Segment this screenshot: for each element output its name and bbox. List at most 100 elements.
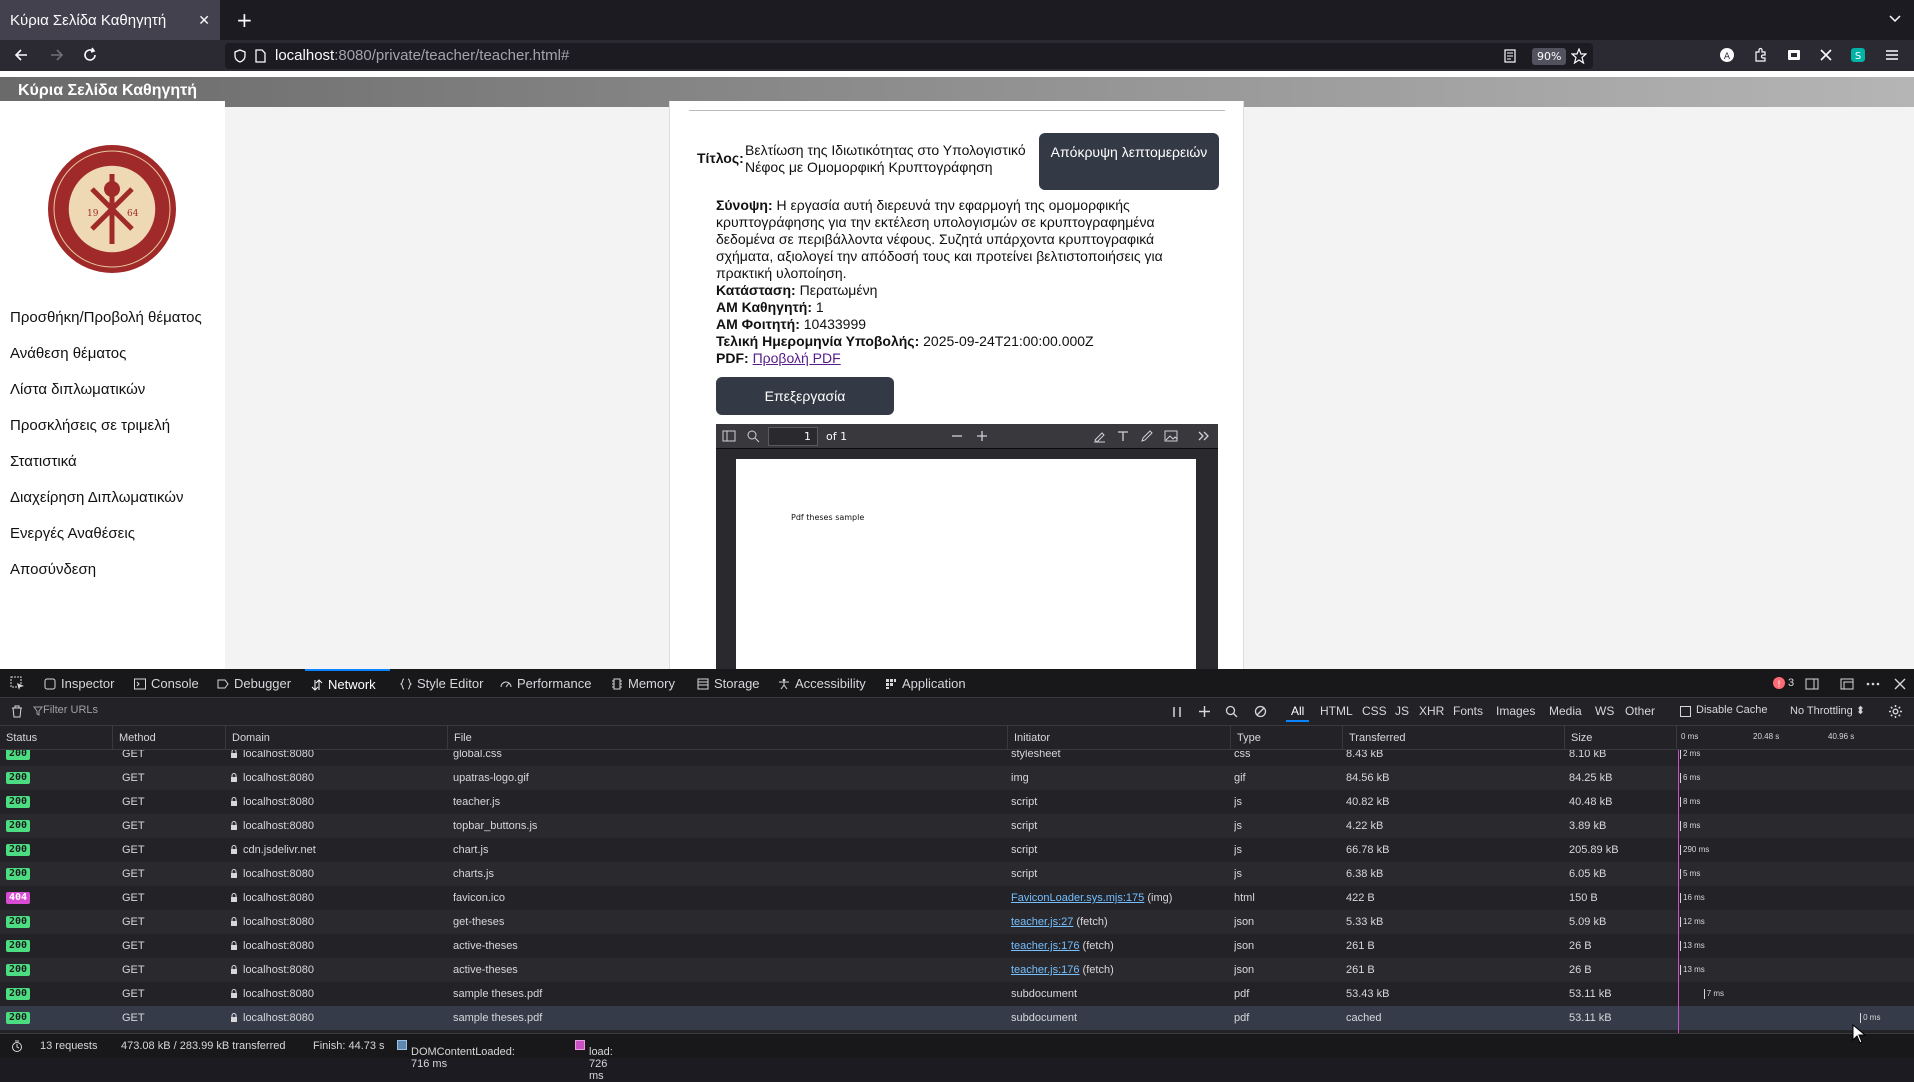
sidebar-toggle-icon[interactable] <box>722 429 736 443</box>
tab-memory[interactable]: Memory <box>611 669 675 698</box>
reload-icon[interactable] <box>82 47 98 63</box>
table-row[interactable]: 200 GET localhost:8080 active-theses teacher… <box>0 958 1914 982</box>
initiator-link[interactable]: FaviconLoader.sys.mjs:175 <box>1011 892 1144 904</box>
forward-icon[interactable] <box>48 47 64 63</box>
trash-icon[interactable] <box>11 705 23 718</box>
disable-cache-label[interactable]: Disable Cache <box>1696 704 1768 716</box>
close-devtools-icon[interactable] <box>1893 677 1907 691</box>
sidebar-item-active-assignments[interactable]: Ενεργές Αναθέσεις <box>10 525 135 542</box>
throttling-select[interactable]: No Throttling ⬍ <box>1790 704 1865 717</box>
add-image-icon[interactable] <box>1164 429 1178 443</box>
container-icon[interactable] <box>1786 47 1802 63</box>
sidebar-item-manage-theses[interactable]: Διαχείρηση Διπλωματικών <box>10 489 184 506</box>
sidebar-item-assign-topic[interactable]: Ανάθεση θέματος <box>10 345 126 362</box>
filter-urls-input[interactable]: Filter URLs <box>43 704 98 716</box>
table-row[interactable]: 200 GET localhost:8080 teacher.js script js 40… <box>0 790 1914 814</box>
table-row[interactable]: 200 GET localhost:8080 active-theses teacher… <box>0 934 1914 958</box>
column-size[interactable]: Size <box>1565 726 1677 750</box>
hide-details-button[interactable]: Απόκρυψη λεπτομερειών <box>1039 133 1219 190</box>
table-row[interactable]: 200 GET cdn.jsdelivr.net chart.js script js 66… <box>0 838 1914 862</box>
column-domain[interactable]: Domain <box>226 726 448 750</box>
account-icon[interactable]: A <box>1719 47 1735 63</box>
responsive-mode-icon[interactable] <box>1805 677 1819 691</box>
tab-style-editor[interactable]: Style Editor <box>400 669 483 698</box>
tab-application[interactable]: Application <box>885 669 966 698</box>
url-bar[interactable]: localhost:8080/private/teacher/teacher.h… <box>225 43 1593 69</box>
extensions-icon[interactable] <box>1753 47 1769 63</box>
highlight-icon[interactable] <box>1092 429 1106 443</box>
disable-cache-checkbox[interactable] <box>1680 706 1691 717</box>
tab-performance[interactable]: Performance <box>500 669 591 698</box>
text-tool-icon[interactable] <box>1116 429 1130 443</box>
settings-gear-icon[interactable] <box>1888 704 1903 719</box>
filter-other[interactable]: Other <box>1625 704 1655 718</box>
sidebar-item-add-topic[interactable]: Προσθήκη/Προβολή θέματος <box>10 309 202 326</box>
filter-html[interactable]: HTML <box>1320 704 1353 718</box>
pdf-search-icon[interactable] <box>746 429 760 443</box>
zoom-in-icon[interactable] <box>975 429 989 443</box>
close-tab-icon[interactable]: ✕ <box>198 12 210 29</box>
draw-icon[interactable] <box>1140 429 1154 443</box>
column-method[interactable]: Method <box>113 726 226 750</box>
column-transferred[interactable]: Transferred <box>1343 726 1565 750</box>
block-icon[interactable] <box>1254 705 1267 718</box>
filter-media[interactable]: Media <box>1549 704 1582 718</box>
zoom-out-icon[interactable] <box>950 429 964 443</box>
sidebar-item-statistics[interactable]: Στατιστικά <box>10 453 77 470</box>
filter-js[interactable]: JS <box>1395 704 1409 718</box>
filter-ws[interactable]: WS <box>1595 704 1614 718</box>
table-row[interactable]: 404 GET localhost:8080 favicon.ico FaviconLo… <box>0 886 1914 910</box>
initiator-link[interactable]: teacher.js:176 <box>1011 964 1080 976</box>
table-row[interactable]: 200 GET localhost:8080 charts.js script js 6.3… <box>0 862 1914 886</box>
dock-icon[interactable] <box>1840 677 1854 691</box>
tab-debugger[interactable]: Debugger <box>217 669 291 698</box>
sidebar-item-committee-invites[interactable]: Προσκλήσεις σε τριμελή <box>10 417 170 434</box>
devtools-picker-icon[interactable] <box>1818 47 1834 63</box>
column-initiator[interactable]: Initiator <box>1008 726 1231 750</box>
reader-view-icon[interactable] <box>1503 49 1517 63</box>
chevron-down-icon[interactable] <box>1888 12 1902 26</box>
back-icon[interactable] <box>14 47 30 63</box>
initiator-link[interactable]: teacher.js:176 <box>1011 940 1080 952</box>
tab-inspector[interactable]: Inspector <box>44 669 114 698</box>
page-info-icon[interactable] <box>253 49 267 63</box>
tab-accessibility[interactable]: Accessibility <box>778 669 866 698</box>
sidebar-item-logout[interactable]: Αποσύνδεση <box>10 561 96 578</box>
tab-network[interactable]: Network <box>305 669 390 698</box>
tab-storage[interactable]: Storage <box>697 669 760 698</box>
extension-s-icon[interactable]: S <box>1850 47 1866 63</box>
edit-button[interactable]: Επεξεργασία <box>716 377 894 415</box>
sidebar-item-theses-list[interactable]: Λίστα διπλωματικών <box>10 381 145 398</box>
filter-all[interactable]: All <box>1286 702 1310 722</box>
tools-menu-icon[interactable] <box>1196 429 1210 443</box>
menu-icon[interactable] <box>1884 47 1900 63</box>
initiator-link[interactable]: teacher.js:27 <box>1011 916 1073 928</box>
table-row[interactable]: 200 GET localhost:8080 upatras-logo.gif img g… <box>0 766 1914 790</box>
filter-images[interactable]: Images <box>1496 704 1535 718</box>
column-type[interactable]: Type <box>1231 726 1343 750</box>
table-row[interactable]: 200 GET localhost:8080 topbar_buttons.js scr… <box>0 814 1914 838</box>
column-waterfall[interactable]: 0 ms 20.48 s 40.96 s <box>1677 726 1914 750</box>
tab-console[interactable]: Console <box>134 669 199 698</box>
view-pdf-link[interactable]: Προβολή PDF <box>753 350 841 366</box>
table-row[interactable]: 200 GET localhost:8080 sample theses.pdf sub… <box>0 1006 1914 1030</box>
table-row[interactable]: 200 GET localhost:8080 get-theses teacher.js… <box>0 910 1914 934</box>
error-counter[interactable]: ! 3 <box>1773 677 1794 689</box>
filter-xhr[interactable]: XHR <box>1419 704 1444 718</box>
pause-icon[interactable] <box>1172 706 1182 718</box>
element-picker-icon[interactable] <box>10 676 25 691</box>
page-number-input[interactable]: 1 <box>768 427 818 446</box>
bookmark-star-icon[interactable] <box>1571 48 1587 64</box>
table-row[interactable]: 200 GET localhost:8080 sample theses.pdf sub… <box>0 982 1914 1006</box>
table-row[interactable]: 200 GET localhost:8080 global.css stylesheet… <box>0 750 1914 766</box>
column-status[interactable]: Status <box>0 726 113 750</box>
filter-fonts[interactable]: Fonts <box>1453 704 1483 718</box>
shield-icon[interactable] <box>233 49 247 63</box>
zoom-level-button[interactable]: 90% <box>1532 48 1567 65</box>
browser-tab-active[interactable]: Κύρια Σελίδα Καθηγητή ✕ <box>0 0 220 40</box>
more-options-icon[interactable] <box>1866 677 1880 691</box>
filter-css[interactable]: CSS <box>1362 704 1387 718</box>
search-icon[interactable] <box>1225 705 1238 718</box>
column-file[interactable]: File <box>448 726 1008 750</box>
add-request-icon[interactable] <box>1198 705 1211 718</box>
